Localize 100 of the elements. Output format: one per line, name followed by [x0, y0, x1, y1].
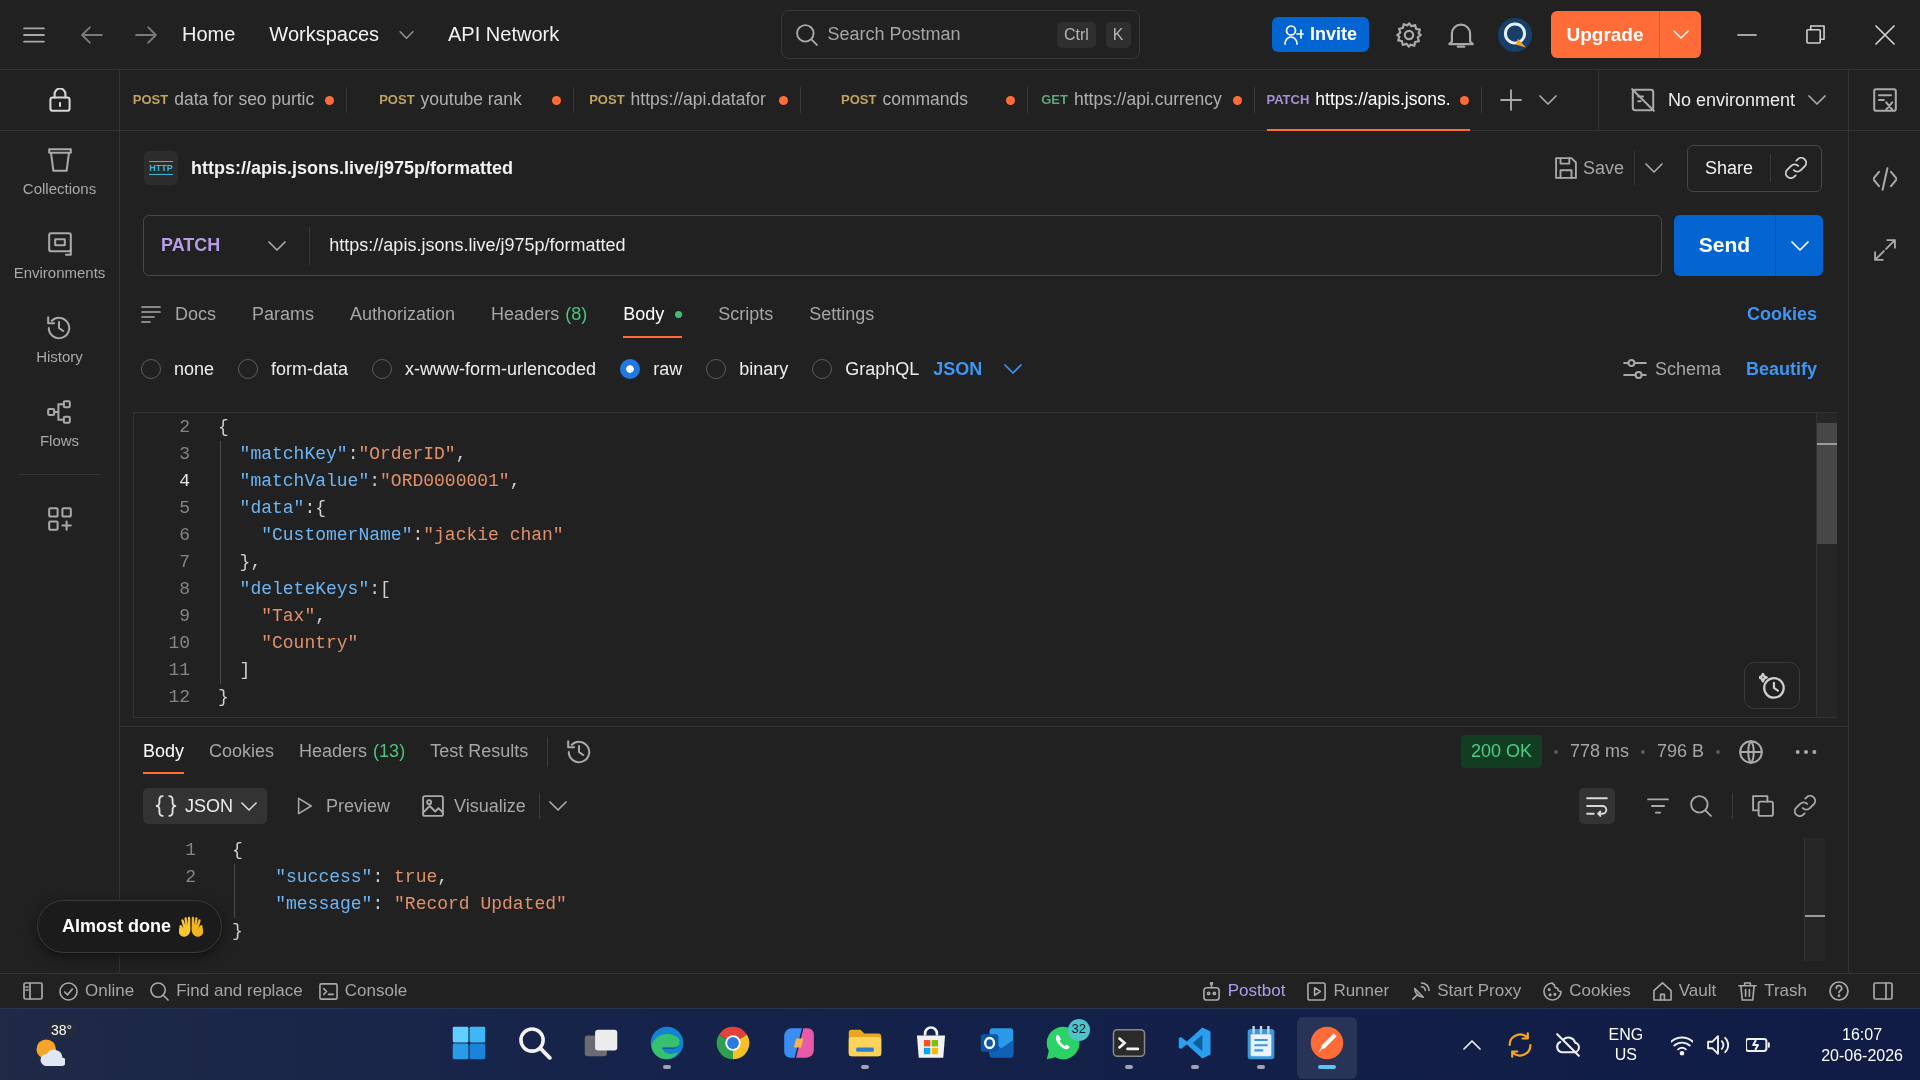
caret-icon[interactable]	[1644, 163, 1663, 173]
format-dropdown[interactable]: JSON	[933, 357, 1023, 381]
back-arrow-icon[interactable]	[81, 23, 103, 46]
caret-icon[interactable]	[548, 801, 567, 811]
clock-date[interactable]: 20-06-2026	[1821, 1044, 1903, 1066]
avatar-icon[interactable]	[1498, 17, 1532, 52]
radio-label[interactable]: form-data	[271, 357, 349, 381]
ai-assist-button[interactable]	[1744, 662, 1800, 709]
status-bar-item[interactable]: Find and replace	[150, 980, 303, 1002]
response-tab[interactable]: Body	[143, 727, 185, 776]
request-tab[interactable]: POST commands	[801, 70, 1028, 130]
request-tab[interactable]: GET https://api.currency	[1028, 70, 1255, 130]
visualize-button[interactable]: Visualize	[422, 794, 526, 818]
globe-icon[interactable]	[1739, 739, 1763, 764]
status-bar-item[interactable]: Console	[318, 980, 408, 1002]
schema-button[interactable]: Schema	[1622, 357, 1721, 381]
environment-dropdown[interactable]: No environment	[1598, 70, 1848, 130]
settings-icon[interactable]	[1396, 21, 1422, 48]
request-section-tab[interactable]: Docs	[141, 286, 216, 342]
scrollbar-thumb[interactable]	[1817, 423, 1837, 544]
search-icon[interactable]	[1690, 795, 1712, 817]
history-icon[interactable]	[567, 739, 592, 764]
status-bar-item[interactable]: Vault	[1652, 980, 1717, 1002]
raised-hands-icon	[179, 914, 203, 939]
volume-icon[interactable]	[1707, 1033, 1730, 1056]
more-icon[interactable]	[1795, 749, 1817, 754]
wrap-lines-button[interactable]	[1579, 788, 1615, 824]
request-section-tab[interactable]: Headers (8)	[491, 286, 588, 342]
format-dropdown[interactable]: JSON	[143, 788, 267, 824]
code-icon[interactable]	[1872, 167, 1897, 191]
request-section-tab[interactable]: Scripts	[718, 286, 774, 342]
method-dropdown[interactable]: PATCH	[144, 234, 287, 257]
caret-icon[interactable]	[1539, 95, 1557, 105]
response-tab[interactable]: Test Results	[430, 727, 529, 776]
status-bar-item[interactable]: Online	[59, 980, 135, 1002]
sidebar-item[interactable]: Environments	[13, 231, 106, 283]
variable-box-icon[interactable]	[1872, 88, 1897, 112]
response-tab[interactable]: Headers (13)	[299, 727, 406, 776]
radio-label[interactable]: GraphQL	[845, 357, 920, 381]
nav-link[interactable]: Home	[182, 22, 236, 47]
nav-dropdown[interactable]: Workspaces	[269, 22, 415, 47]
grid-plus-icon[interactable]	[47, 507, 72, 531]
radio-label[interactable]: raw	[653, 357, 683, 381]
send-button[interactable]: Send	[1674, 215, 1775, 276]
url-bar[interactable]: PATCH https://apis.jsons.live/j975p/formatted	[143, 215, 1662, 276]
beautify-link[interactable]: Beautify	[1746, 357, 1817, 381]
taskbar-button[interactable]	[1297, 1016, 1357, 1079]
request-tab[interactable]: PATCH https://apis.jsons.	[1255, 70, 1482, 130]
request-section-tab[interactable]: Params	[252, 286, 315, 342]
help-icon[interactable]	[1829, 981, 1849, 1001]
language-text[interactable]: ENG	[1608, 1024, 1644, 1045]
lock-icon[interactable]	[47, 88, 72, 112]
request-tab[interactable]: POST https://api.datafor	[574, 70, 801, 130]
status-bar-item[interactable]: Start Proxy	[1411, 980, 1522, 1002]
taskbar-button[interactable]: 32	[1033, 1016, 1093, 1079]
search-input[interactable]: Search Postman	[827, 23, 1047, 46]
plus-icon[interactable]	[1500, 89, 1522, 111]
copy-icon[interactable]	[1752, 795, 1774, 817]
status-bar-item[interactable]: Cookies	[1543, 980, 1631, 1002]
save-button[interactable]: Save	[1554, 156, 1624, 180]
url-field[interactable]: https://apis.jsons.live/j975p/formatted	[310, 216, 1661, 275]
bell-icon[interactable]	[1448, 21, 1474, 48]
minimize-icon[interactable]	[1737, 33, 1757, 36]
cloud-off-icon[interactable]	[1556, 1032, 1581, 1057]
sidebar-item[interactable]: History	[36, 315, 83, 367]
request-section-tab[interactable]: Authorization	[350, 286, 456, 342]
radio-label[interactable]: binary	[739, 357, 789, 381]
status-bar-item[interactable]: Runner	[1307, 980, 1390, 1002]
forward-arrow-icon[interactable]	[135, 23, 157, 46]
request-tab[interactable]: POST youtube rank	[347, 70, 574, 130]
close-icon[interactable]	[1874, 24, 1895, 45]
scroll-position-marker	[1805, 915, 1825, 917]
radio-label[interactable]: none	[174, 357, 215, 381]
sidebar-toggle-icon[interactable]	[23, 981, 43, 1001]
status-bar-item[interactable]: Postbot	[1201, 980, 1286, 1002]
request-section-tab[interactable]: Settings	[809, 286, 875, 342]
filter-icon[interactable]	[1647, 795, 1669, 817]
sidebar-item[interactable]: Collections	[22, 147, 97, 199]
restore-icon[interactable]	[1805, 25, 1825, 44]
link-icon[interactable]	[1794, 795, 1816, 817]
line-number: 3	[179, 443, 190, 466]
language-text[interactable]: US	[1614, 1044, 1637, 1065]
status-bar-item[interactable]: Trash	[1738, 980, 1807, 1002]
search-field[interactable]: Search Postman Ctrl K	[780, 10, 1140, 59]
request-section-tab[interactable]: Body	[623, 286, 683, 342]
invite-button[interactable]: Invite	[1272, 17, 1369, 52]
sync-icon[interactable]	[1507, 1031, 1534, 1058]
radio-label[interactable]: x-www-form-urlencoded	[405, 357, 597, 381]
radio-button[interactable]	[620, 359, 641, 379]
preview-button[interactable]: Preview	[295, 794, 391, 818]
clock-time[interactable]: 16:07	[1842, 1023, 1883, 1045]
diagonal-arrows-icon[interactable]	[1873, 239, 1896, 261]
cookies-link[interactable]: Cookies	[1746, 302, 1817, 326]
temperature-text: 38°	[47, 1021, 77, 1038]
response-tab[interactable]: Cookies	[209, 727, 275, 776]
caret-up-icon[interactable]	[1463, 1039, 1482, 1050]
panel-toggle-icon[interactable]	[1873, 981, 1893, 1001]
nav-link[interactable]: API Network	[448, 22, 560, 47]
sidebar-item[interactable]: Flows	[39, 399, 80, 451]
request-tab[interactable]: POST data for seo purtic	[120, 70, 347, 130]
